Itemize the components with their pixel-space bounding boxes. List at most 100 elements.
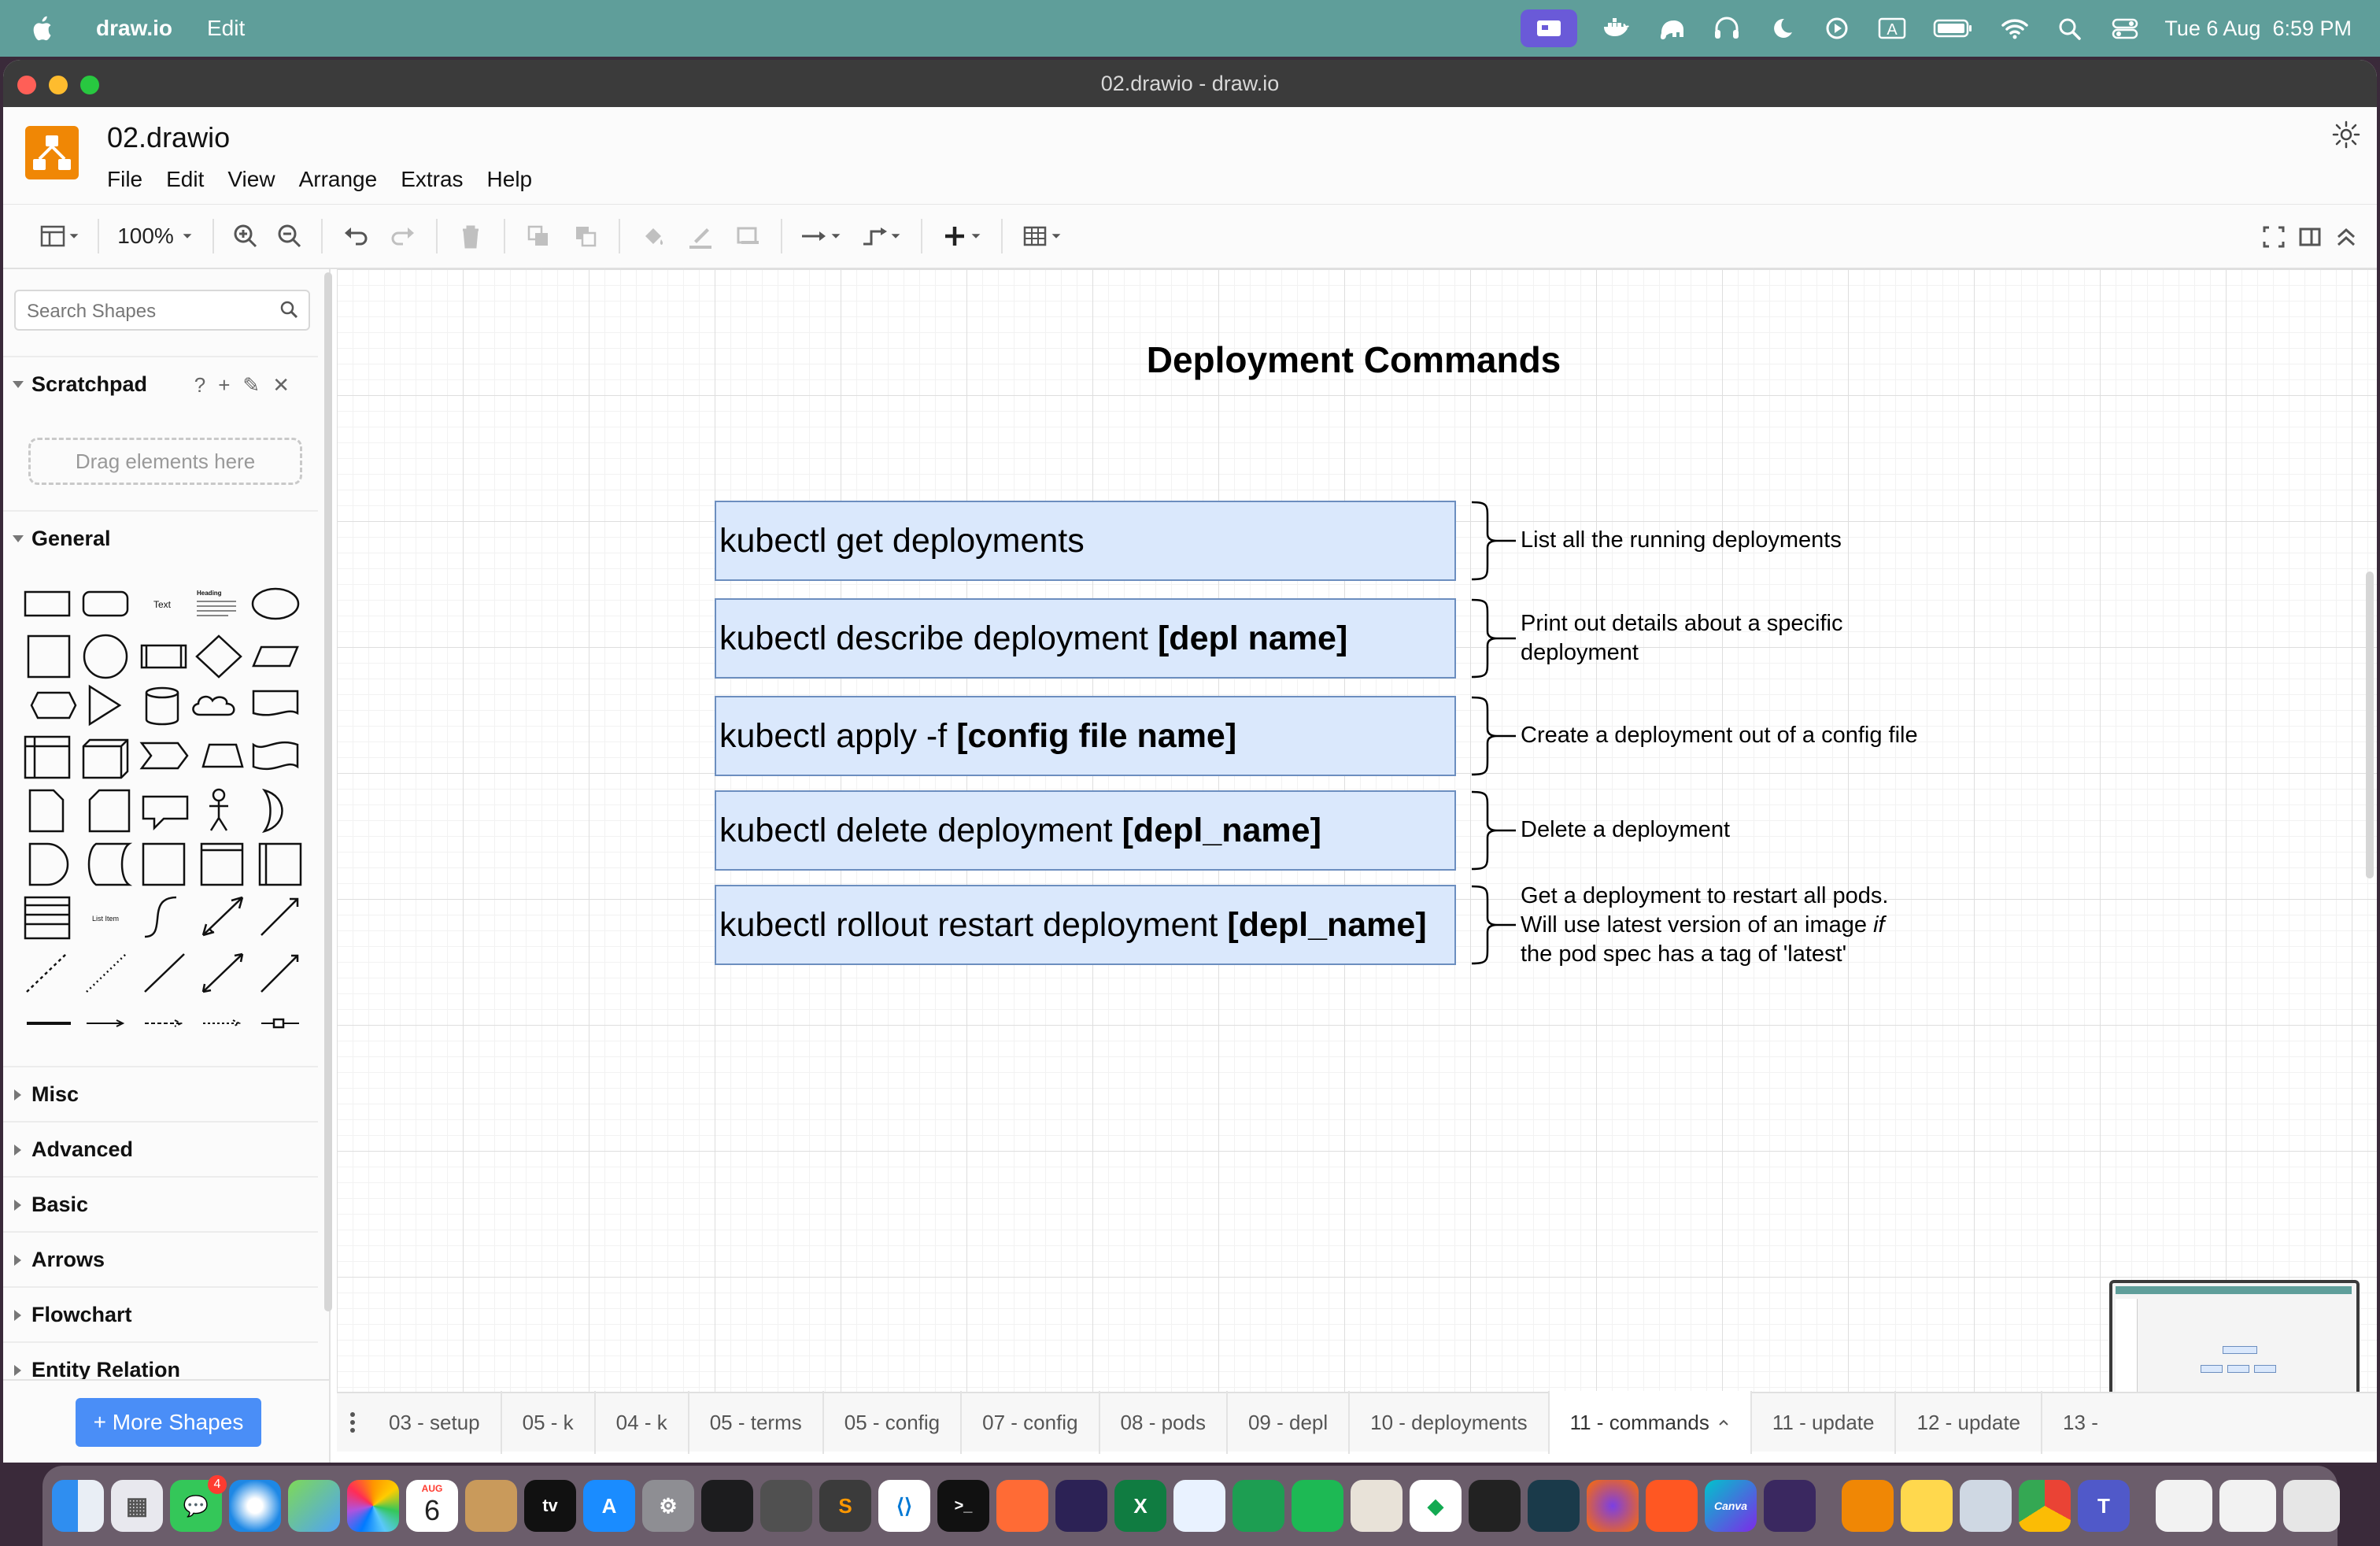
docker-icon[interactable]: [1601, 15, 1632, 42]
contacts-icon[interactable]: [465, 1480, 517, 1532]
edit-pencil-icon[interactable]: ✎: [242, 373, 260, 398]
command-box-describe[interactable]: kubectl describe deployment [depl name]: [715, 598, 1456, 679]
page-tab[interactable]: 07 - config: [962, 1391, 1100, 1454]
shape-dotted-link[interactable]: [203, 1019, 242, 1027]
shape-card[interactable]: [88, 789, 131, 833]
zoom-window-button[interactable]: [80, 76, 99, 94]
shape-curve[interactable]: [144, 896, 177, 938]
command-box-get[interactable]: kubectl get deployments: [715, 501, 1456, 581]
brave-icon[interactable]: [1646, 1480, 1698, 1532]
shape-triangle[interactable]: [88, 684, 122, 727]
outline-minimap[interactable]: [2109, 1280, 2360, 1400]
shape-dashed-line[interactable]: [26, 953, 67, 993]
launchpad-icon[interactable]: ▦: [111, 1480, 163, 1532]
teams-icon[interactable]: T: [2078, 1480, 2130, 1532]
notes-icon[interactable]: [1901, 1480, 1953, 1532]
arrows-section[interactable]: Arrows: [3, 1231, 318, 1286]
scratchpad-section[interactable]: Scratchpad ? + ✎ ✕: [3, 356, 318, 411]
shape-step[interactable]: [139, 742, 189, 770]
page-tab[interactable]: 04 - k: [596, 1391, 689, 1454]
to-back-button[interactable]: [562, 216, 609, 256]
spotlight-search-icon[interactable]: [2054, 15, 2086, 42]
shape-ellipse[interactable]: [251, 587, 300, 620]
shape-actor[interactable]: [209, 788, 228, 831]
scratchpad-dropzone[interactable]: Drag elements here: [28, 438, 302, 485]
curly-brace-2[interactable]: [1470, 598, 1516, 679]
shape-dashed-link[interactable]: [145, 1019, 183, 1027]
fill-color-button[interactable]: [630, 216, 677, 256]
finder-icon[interactable]: [52, 1480, 104, 1532]
screen-share-icon[interactable]: [1521, 9, 1578, 47]
minimized-window-thumbnail[interactable]: [2347, 1480, 2380, 1532]
command-box-delete[interactable]: kubectl delete deployment [depl_name]: [715, 790, 1456, 871]
shape-trapezoid[interactable]: [201, 743, 244, 768]
minimized-window-thumbnail[interactable]: [2283, 1480, 2340, 1532]
shape-tape[interactable]: [252, 741, 299, 771]
elephant-icon[interactable]: [1656, 15, 1687, 42]
fullscreen-button[interactable]: [2259, 217, 2289, 257]
shape-arrow[interactable]: [261, 897, 299, 936]
menu-help[interactable]: Help: [487, 167, 533, 192]
menubar-edit[interactable]: Edit: [207, 16, 245, 41]
photos-icon[interactable]: [347, 1480, 399, 1532]
vscode-icon[interactable]: ⟨⟩: [878, 1480, 930, 1532]
curly-brace-3[interactable]: [1470, 696, 1516, 776]
minimized-window-thumbnail[interactable]: [2219, 1480, 2276, 1532]
misc-section[interactable]: Misc: [3, 1066, 318, 1121]
menu-view[interactable]: View: [227, 167, 275, 192]
command-box-apply[interactable]: kubectl apply -f [config file name]: [715, 696, 1456, 776]
menu-extras[interactable]: Extras: [401, 167, 463, 192]
apple-icon[interactable]: [30, 13, 57, 43]
command-box-rollout[interactable]: kubectl rollout restart deployment [depl_…: [715, 885, 1456, 965]
play-circle-icon[interactable]: [1821, 15, 1853, 42]
calendar-icon[interactable]: AUG 6: [406, 1480, 458, 1532]
flowchart-section[interactable]: Flowchart: [3, 1286, 318, 1341]
shadow-button[interactable]: [724, 216, 771, 256]
shape-dotted-line[interactable]: [86, 953, 127, 993]
messages-icon[interactable]: 💬 4: [170, 1475, 227, 1532]
shape-list[interactable]: [24, 896, 71, 940]
shape-list-item[interactable]: List Item: [92, 915, 119, 923]
menu-file[interactable]: File: [107, 167, 142, 192]
shape-note[interactable]: [28, 789, 65, 833]
mongodb-compass-icon[interactable]: ◆: [1410, 1480, 1462, 1532]
zoom-dropdown[interactable]: 100%: [109, 216, 203, 256]
add-icon[interactable]: +: [218, 373, 230, 398]
shape-circle[interactable]: [83, 634, 128, 679]
eclipse-icon[interactable]: [1055, 1480, 1107, 1532]
curly-brace-5[interactable]: [1470, 885, 1516, 965]
shape-text[interactable]: Text: [153, 599, 172, 610]
keyboard-input-icon[interactable]: A: [1876, 15, 1908, 42]
battery-icon[interactable]: [1931, 15, 1975, 42]
description-describe[interactable]: Print out details about a specific deplo…: [1521, 609, 1842, 668]
maps-icon[interactable]: [288, 1480, 340, 1532]
page-tab[interactable]: 05 - config: [824, 1391, 963, 1454]
description-delete[interactable]: Delete a deployment: [1521, 816, 1730, 845]
sublime-text-icon[interactable]: S: [819, 1480, 871, 1532]
app-store-icon[interactable]: A: [583, 1480, 635, 1532]
safari-icon[interactable]: [229, 1480, 281, 1532]
shape-data-storage[interactable]: [87, 842, 133, 886]
connection-style-button[interactable]: [792, 216, 852, 256]
delete-button[interactable]: [447, 216, 494, 256]
more-shapes-button[interactable]: + More Shapes: [76, 1398, 261, 1447]
spotify-icon[interactable]: [1292, 1480, 1343, 1532]
diagram-canvas[interactable]: Deployment Commands kubectl get deployme…: [337, 269, 2377, 1400]
description-rollout[interactable]: Get a deployment to restart all pods. Wi…: [1521, 882, 1888, 969]
shape-process[interactable]: [140, 644, 187, 669]
xcode-instruments-icon[interactable]: [1173, 1480, 1225, 1532]
redo-button[interactable]: [379, 216, 427, 256]
davinci-resolve-icon[interactable]: [1469, 1480, 1521, 1532]
page-tab-active[interactable]: 11 - commands: [1549, 1391, 1752, 1454]
terminal-icon[interactable]: >_: [937, 1480, 989, 1532]
chevron-up-icon[interactable]: [1717, 1416, 1730, 1429]
search-shapes-input[interactable]: Search Shapes: [14, 290, 310, 331]
control-center-icon[interactable]: [2109, 15, 2141, 42]
search-icon[interactable]: [279, 299, 301, 321]
zoom-out-button[interactable]: [268, 216, 312, 256]
sidebar-scrollbar[interactable]: [324, 272, 332, 1311]
menubar-datetime[interactable]: Tue 6 Aug 6:59 PM: [2164, 17, 2352, 41]
github-desktop-icon[interactable]: [1764, 1480, 1816, 1532]
shape-internal-storage[interactable]: [24, 735, 71, 779]
table-button[interactable]: [1012, 216, 1072, 256]
